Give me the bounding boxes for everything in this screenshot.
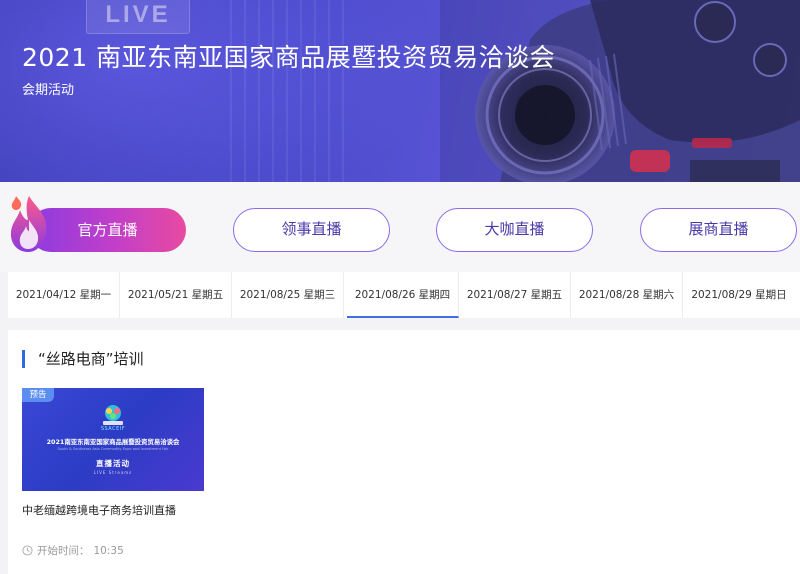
thumb-english-text: South & Southeast Asia Commodity Expo an… — [57, 447, 169, 451]
tab-exhibitor-live[interactable]: 展商直播 — [640, 208, 797, 252]
date-tab-0828[interactable]: 2021/08/28 星期六 — [571, 272, 683, 318]
page-title: 2021 南亚东南亚国家商品展暨投资贸易洽谈会 — [22, 43, 556, 72]
expo-logo-icon — [103, 405, 123, 425]
start-time-value: 10:35 — [93, 544, 124, 557]
clock-icon — [22, 545, 33, 556]
tab-consul-live[interactable]: 领事直播 — [233, 208, 390, 252]
live-thumbnail[interactable]: 预告 SSACEIF 2021南亚东南亚国家商品展暨投资贸易洽谈会 South … — [22, 388, 204, 491]
date-tab-0826[interactable]: 2021/08/26 星期四 — [347, 272, 459, 318]
hero-banner: LIVE 2021 南亚东南亚国家商品展暨投资贸易洽谈会 会期活动 — [0, 0, 800, 182]
thumb-live-en-text: LIVE Streams — [93, 470, 133, 475]
date-tab-0521[interactable]: 2021/05/21 星期五 — [120, 272, 232, 318]
section-accent-bar — [22, 350, 25, 368]
start-time-row: 开始时间： 10:35 — [22, 543, 124, 558]
thumb-brand-text: SSACEIF — [100, 426, 126, 432]
live-item-title[interactable]: 中老缅越跨境电子商务培训直播 — [22, 502, 176, 518]
tab-official-live[interactable]: 官方直播 — [29, 208, 186, 252]
date-tab-0412[interactable]: 2021/04/12 星期一 — [8, 272, 120, 318]
thumb-live-text: 直播活动 — [96, 459, 130, 468]
page-subtitle: 会期活动 — [22, 83, 75, 98]
date-tabs: 2021/04/12 星期一 2021/05/21 星期五 2021/08/25… — [8, 272, 800, 318]
live-list-section: “丝路电商”培训 预告 SSACEIF 2021南亚东南亚国家商品展暨投资贸易洽… — [8, 330, 800, 574]
date-tab-0825[interactable]: 2021/08/25 星期三 — [232, 272, 344, 318]
tab-expert-live[interactable]: 大咖直播 — [436, 208, 593, 252]
live-sign: LIVE — [86, 0, 190, 34]
banner-light-stripes — [230, 0, 350, 182]
start-time-label: 开始时间： — [37, 545, 90, 557]
category-tabs: 官方直播 领事直播 大咖直播 展商直播 — [0, 182, 800, 272]
date-tab-0827[interactable]: 2021/08/27 星期五 — [459, 272, 571, 318]
thumb-title-text: 2021南亚东南亚国家商品展暨投资贸易洽谈会 — [46, 438, 180, 446]
flame-icon — [10, 196, 47, 252]
camera-illustration — [440, 0, 800, 182]
date-tab-0829[interactable]: 2021/08/29 星期日 — [683, 272, 795, 318]
preview-badge: 预告 — [22, 388, 54, 402]
section-title: “丝路电商”培训 — [38, 350, 144, 368]
